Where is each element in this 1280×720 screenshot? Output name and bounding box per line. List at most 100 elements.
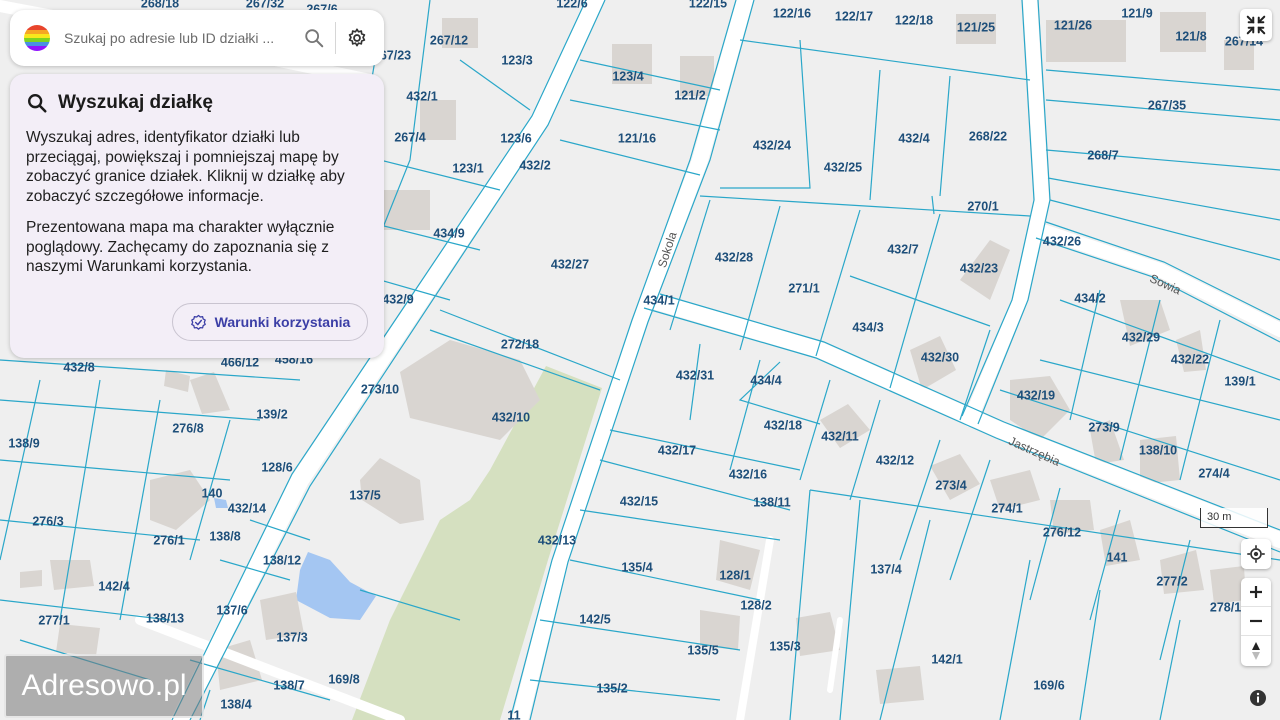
parcel-label[interactable]: 123/4 (612, 69, 643, 83)
parcel-label[interactable]: 138/10 (1139, 443, 1177, 457)
parcel-label[interactable]: 137/3 (276, 630, 307, 644)
parcel-label[interactable]: 128/2 (740, 598, 771, 612)
parcel-label[interactable]: 273/4 (935, 478, 966, 492)
parcel-label[interactable]: 432/16 (729, 467, 767, 481)
parcel-label[interactable]: 138/4 (220, 697, 251, 711)
parcel-label[interactable]: 137/6 (216, 603, 247, 617)
parcel-label[interactable]: 268/18 (141, 0, 179, 10)
parcel-label[interactable]: 138/12 (263, 553, 301, 567)
parcel-label[interactable]: 138/11 (753, 495, 791, 509)
parcel-label[interactable]: 432/18 (764, 418, 802, 432)
parcel-label[interactable]: 122/18 (895, 13, 933, 27)
parcel-label[interactable]: 432/13 (538, 533, 576, 547)
parcel-label[interactable]: 274/1 (991, 501, 1022, 515)
reset-north-button[interactable] (1241, 636, 1271, 665)
parcel-label[interactable]: 121/16 (618, 131, 656, 145)
parcel-label[interactable]: 432/9 (382, 292, 413, 306)
parcel-label[interactable]: 142/5 (579, 612, 610, 626)
parcel-label[interactable]: 138/13 (146, 611, 184, 625)
parcel-label[interactable]: 123/3 (501, 53, 532, 67)
parcel-label[interactable]: 11 (507, 708, 520, 720)
parcel-label[interactable]: 135/2 (596, 681, 627, 695)
parcel-label[interactable]: 432/10 (492, 410, 530, 424)
parcel-label[interactable]: 432/22 (1171, 352, 1209, 366)
attribution-info-button[interactable] (1248, 688, 1268, 708)
parcel-label[interactable]: 267/32 (246, 0, 284, 10)
parcel-label[interactable]: 434/4 (750, 373, 781, 387)
parcel-label[interactable]: 135/4 (621, 560, 652, 574)
parcel-label[interactable]: 122/15 (689, 0, 727, 10)
parcel-label[interactable]: 432/17 (658, 443, 696, 457)
parcel-label[interactable]: 434/9 (433, 226, 464, 240)
parcel-label[interactable]: 274/4 (1198, 466, 1229, 480)
parcel-label[interactable]: 138/8 (209, 529, 240, 543)
search-input[interactable] (62, 29, 297, 47)
parcel-label[interactable]: 432/7 (887, 242, 918, 256)
parcel-label[interactable]: 267/4 (394, 130, 425, 144)
parcel-label[interactable]: 169/8 (328, 672, 359, 686)
parcel-label[interactable]: 122/6 (556, 0, 587, 10)
parcel-label[interactable]: 137/5 (349, 488, 380, 502)
parcel-label[interactable]: 432/14 (228, 501, 266, 515)
parcel-label[interactable]: 135/3 (769, 639, 800, 653)
parcel-label[interactable]: 432/15 (620, 494, 658, 508)
parcel-label[interactable]: 169/6 (1033, 678, 1064, 692)
parcel-label[interactable]: 128/1 (719, 568, 750, 582)
parcel-label[interactable]: 432/19 (1017, 388, 1055, 402)
zoom-in-button[interactable] (1241, 578, 1271, 607)
parcel-label[interactable]: 432/25 (824, 160, 862, 174)
parcel-label[interactable]: 268/7 (1087, 148, 1118, 162)
parcel-label[interactable]: 123/1 (452, 161, 483, 175)
parcel-label[interactable]: 137/4 (870, 562, 901, 576)
parcel-label[interactable]: 432/31 (676, 368, 714, 382)
parcel-label[interactable]: 434/3 (852, 320, 883, 334)
terms-button[interactable]: Warunki korzystania (172, 303, 368, 341)
settings-button[interactable] (340, 21, 374, 55)
zoom-out-button[interactable] (1241, 607, 1271, 636)
parcel-label[interactable]: 139/2 (256, 407, 287, 421)
parcel-label[interactable]: 432/30 (921, 350, 959, 364)
parcel-label[interactable]: 432/12 (876, 453, 914, 467)
parcel-label[interactable]: 432/4 (898, 131, 929, 145)
parcel-label[interactable]: 138/7 (273, 678, 304, 692)
parcel-label[interactable]: 432/8 (63, 360, 94, 374)
parcel-label[interactable]: 276/3 (32, 514, 63, 528)
parcel-label[interactable]: 140 (202, 486, 223, 500)
parcel-label[interactable]: 121/26 (1054, 18, 1092, 32)
parcel-label[interactable]: 273/10 (361, 382, 399, 396)
parcel-label[interactable]: 432/11 (821, 429, 859, 443)
fullscreen-exit-button[interactable] (1240, 9, 1272, 41)
parcel-label[interactable]: 272/18 (501, 337, 539, 351)
search-button[interactable] (297, 21, 331, 55)
parcel-label[interactable]: 128/6 (261, 460, 292, 474)
parcel-label[interactable]: 276/8 (172, 421, 203, 435)
parcel-label[interactable]: 277/1 (38, 613, 69, 627)
parcel-label[interactable]: 277/2 (1156, 574, 1187, 588)
parcel-label[interactable]: 432/27 (551, 257, 589, 271)
parcel-label[interactable]: 276/1 (153, 533, 184, 547)
parcel-label[interactable]: 142/1 (931, 652, 962, 666)
parcel-label[interactable]: 138/9 (8, 436, 39, 450)
parcel-label[interactable]: 432/1 (406, 89, 437, 103)
parcel-label[interactable]: 135/5 (687, 643, 718, 657)
parcel-label[interactable]: 121/8 (1175, 29, 1206, 43)
parcel-label[interactable]: 273/9 (1088, 420, 1119, 434)
parcel-label[interactable]: 276/12 (1043, 525, 1081, 539)
app-logo-icon[interactable] (24, 25, 50, 51)
parcel-label[interactable]: 121/2 (674, 88, 705, 102)
parcel-label[interactable]: 432/2 (519, 158, 550, 172)
parcel-label[interactable]: 271/1 (788, 281, 819, 295)
parcel-label[interactable]: 122/16 (773, 6, 811, 20)
parcel-label[interactable]: 142/4 (98, 579, 129, 593)
parcel-label[interactable]: 434/2 (1074, 291, 1105, 305)
parcel-label[interactable]: 270/1 (967, 199, 998, 213)
parcel-label[interactable]: 434/1 (643, 293, 674, 307)
parcel-label[interactable]: 123/6 (500, 131, 531, 145)
parcel-label[interactable]: 267/35 (1148, 98, 1186, 112)
locate-button[interactable] (1241, 539, 1271, 569)
parcel-label[interactable]: 432/29 (1122, 330, 1160, 344)
parcel-label[interactable]: 432/23 (960, 261, 998, 275)
parcel-label[interactable]: 432/24 (753, 138, 791, 152)
parcel-label[interactable]: 139/1 (1224, 374, 1255, 388)
parcel-label[interactable]: 121/25 (957, 20, 995, 34)
